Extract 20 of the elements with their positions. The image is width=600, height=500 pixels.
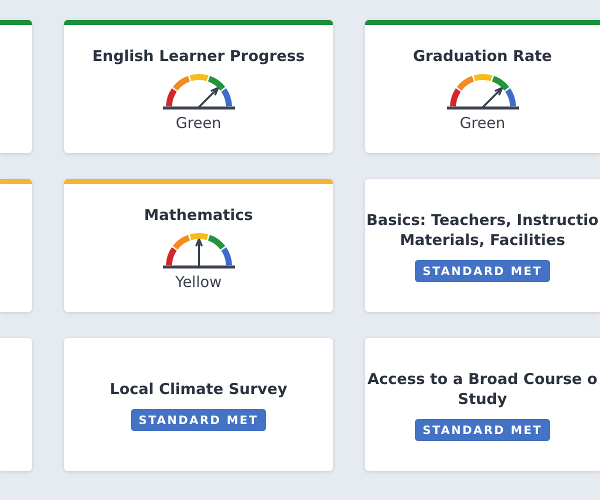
status-badge: STANDARD MET [130,408,266,430]
card-title: Local Climate Survey [110,378,288,398]
gauge-scale [162,74,234,110]
needle-line [198,241,200,266]
needle-line [198,88,217,108]
status-label: Green [176,114,222,132]
card-title: Access to a Broad Course o [368,368,598,388]
card-title: Materials, Facilities [398,230,566,250]
card-title: English Learner Progress [92,46,305,66]
gauge-scale [446,74,518,110]
card-title: Mathematics [144,205,253,225]
card-title: Basics: Teachers, Instructio [366,210,599,230]
card-title: Graduation Rate [413,46,552,66]
status-badge: STANDARD MET [414,260,550,282]
gauge-scale [162,233,234,268]
needle-line [482,88,501,108]
card-title: Study [456,388,508,408]
status-badge: STANDARD MET [414,418,550,440]
status-label: Green [460,114,506,132]
status-label: Yellow [175,273,222,291]
